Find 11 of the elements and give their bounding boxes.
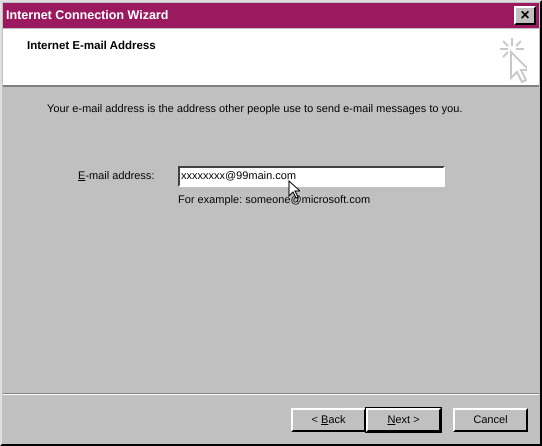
page-title: Internet E-mail Address [27, 39, 156, 54]
field-label: E-mail address: [78, 168, 156, 184]
back-button[interactable]: < Back [291, 408, 366, 432]
window-title: Internet Connection Wizard [6, 7, 168, 24]
example-text: For example: someone@microsoft.com [178, 192, 372, 208]
next-button[interactable]: Next > [366, 408, 441, 432]
email-field[interactable]: xxxxxxxx@99main.com [178, 166, 445, 186]
intro-text: Your e-mail address is the address other people use to send e-mail messages to you. [47, 102, 464, 117]
close-button[interactable]: × [514, 6, 536, 25]
cancel-button[interactable]: Cancel [453, 408, 528, 432]
cursor-sparkle-icon [497, 38, 527, 84]
